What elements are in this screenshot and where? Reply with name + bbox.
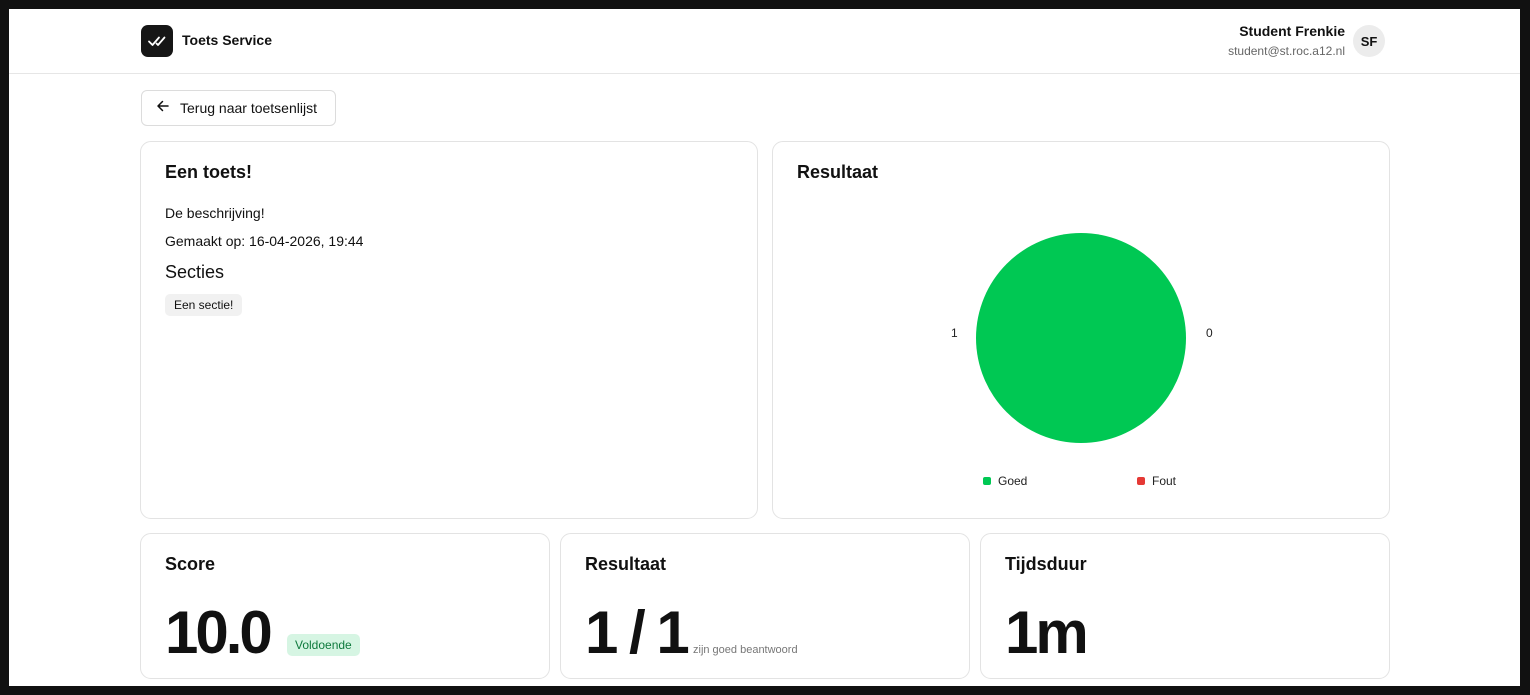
- back-to-tests-button[interactable]: Terug naar toetsenlijst: [141, 90, 336, 126]
- status-badge: Voldoende: [287, 634, 360, 656]
- score-value: 10.0: [165, 599, 273, 666]
- result-value: 1 / 1: [585, 599, 690, 666]
- test-description: De beschrijving!: [165, 205, 265, 221]
- section-chip[interactable]: Een sectie!: [165, 294, 243, 316]
- legend-label-fout: Fout: [1152, 474, 1177, 488]
- result-chart-card: Resultaat 1 0 Goed Fout: [772, 141, 1390, 519]
- score-title: Score: [165, 554, 216, 574]
- test-created-date: Gemaakt op: 16-04-2026, 19:44: [165, 233, 364, 249]
- pie-chart: [976, 233, 1186, 443]
- result-count-card: Resultaat 1 / 1 zijn goed beantwoord: [560, 533, 970, 679]
- legend-swatch-goed: [983, 477, 991, 485]
- test-title: Een toets!: [165, 162, 253, 182]
- duration-title: Tijdsduur: [1005, 554, 1087, 574]
- legend-label-goed: Goed: [998, 474, 1028, 488]
- brand-name[interactable]: Toets Service: [182, 32, 272, 48]
- pie-value-label-left: 1: [951, 326, 958, 340]
- result-title: Resultaat: [585, 554, 667, 574]
- test-info-card: Een toets! De beschrijving! Gemaakt op: …: [140, 141, 758, 519]
- legend-swatch-fout: [1137, 477, 1145, 485]
- app-window: Toets Service Student Frenkie student@st…: [9, 9, 1520, 686]
- pie-slice-goed[interactable]: [976, 233, 1186, 443]
- user-email: student@st.roc.a12.nl: [1228, 44, 1345, 58]
- duration-value: 1m: [1005, 599, 1089, 666]
- arrow-left-icon: [156, 99, 170, 118]
- result-subtext: zijn goed beantwoord: [693, 644, 798, 656]
- legend-item-fout[interactable]: Fout: [1137, 474, 1176, 488]
- user-name: Student Frenkie: [1239, 23, 1345, 39]
- sections-heading: Secties: [165, 262, 225, 282]
- back-button-label: Terug naar toetsenlijst: [180, 100, 317, 116]
- avatar[interactable]: SF: [1353, 25, 1385, 57]
- pie-value-label-right: 0: [1206, 326, 1213, 340]
- legend-item-goed[interactable]: Goed: [983, 474, 1027, 488]
- top-bar: Toets Service Student Frenkie student@st…: [9, 9, 1520, 74]
- double-check-icon[interactable]: [141, 25, 173, 57]
- score-card: Score 10.0 Voldoende: [140, 533, 550, 679]
- duration-card: Tijdsduur 1m: [980, 533, 1390, 679]
